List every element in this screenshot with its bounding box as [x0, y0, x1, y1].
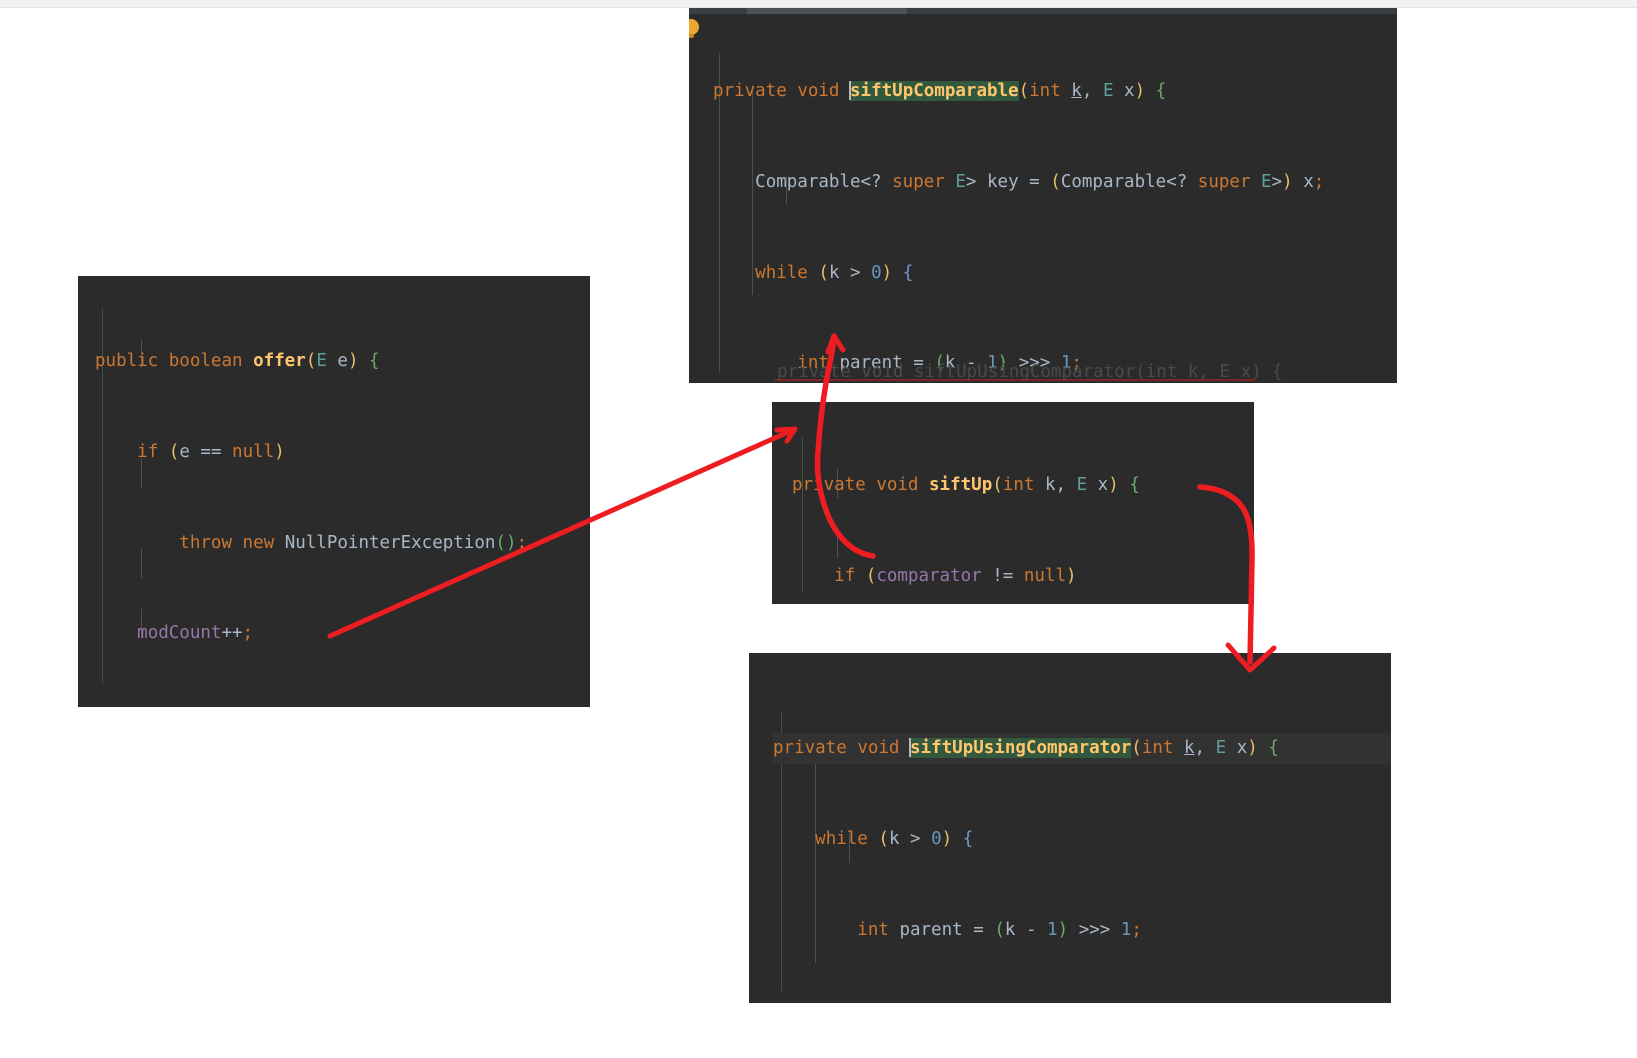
code-line-signature: private void siftUp(int k, E x) {	[792, 475, 1140, 496]
code-line: Comparable<? super E> key = (Comparable<…	[755, 172, 1325, 192]
code-line: if (e == null)	[137, 442, 285, 462]
code-line-signature: private void siftUpUsingComparator(int k…	[773, 733, 1391, 764]
code-line: while (k > 0) {	[815, 829, 974, 849]
offer-method-panel[interactable]: public boolean offer(E e) { if (e == nul…	[78, 276, 590, 707]
code-line: int parent = (k - 1) >>> 1;	[857, 919, 1142, 940]
code-line: if (comparator != null)	[834, 566, 1077, 586]
sift-up-panel[interactable]: private void siftUp(int k, E x) { if (co…	[772, 402, 1254, 604]
sift-up-using-comparator-panel[interactable]: "unchecked") private void siftUpUsingCom…	[749, 653, 1391, 1003]
window-top-strip	[0, 0, 1637, 8]
code-line-signature: private void siftUpComparable(int k, E x…	[713, 81, 1167, 102]
code-line: modCount++;	[137, 623, 254, 644]
code-line: while (k > 0) {	[755, 262, 914, 283]
code-line: public boolean offer(E e) {	[95, 351, 380, 372]
code-line: throw new NullPointerException();	[179, 532, 528, 553]
sift-up-comparable-panel[interactable]: private void siftUpComparable(int k, E x…	[689, 8, 1397, 383]
